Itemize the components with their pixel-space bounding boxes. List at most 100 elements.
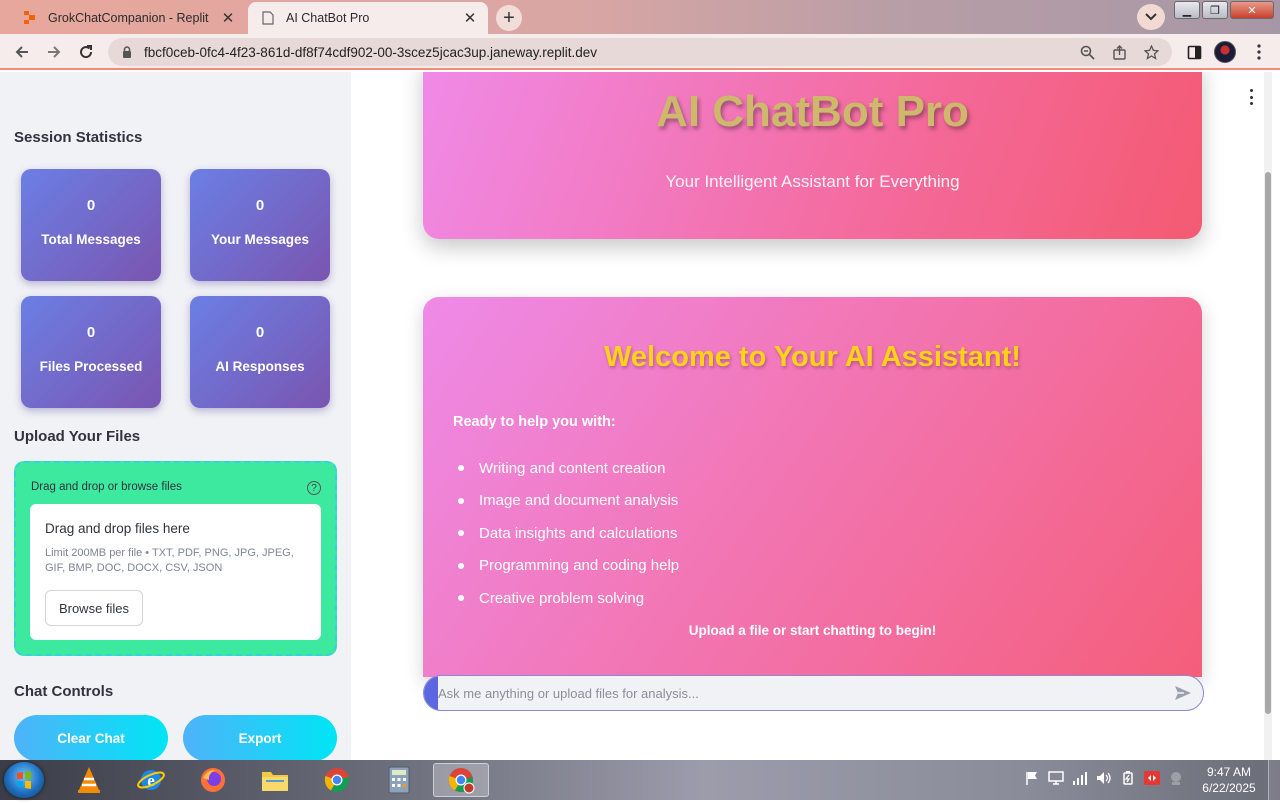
feature-list: Writing and content creation Image and d… <box>458 452 679 615</box>
dropzone-limit-text: Limit 200MB per file • TXT, PDF, PNG, JP… <box>45 547 294 574</box>
dropzone[interactable]: Drag and drop files here Limit 200MB per… <box>30 504 321 640</box>
uploader-label: Drag and drop or browse files <box>31 481 182 493</box>
welcome-card: Welcome to Your AI Assistant! Ready to h… <box>423 297 1202 677</box>
stat-label: AI Responses <box>215 359 305 374</box>
taskbar-calculator[interactable] <box>371 763 427 797</box>
stat-value: 0 <box>86 324 96 341</box>
firefox-icon <box>201 768 225 792</box>
side-panel-icon[interactable] <box>1182 40 1206 64</box>
close-tab-icon[interactable]: ✕ <box>218 8 238 28</box>
close-window-button[interactable]: ✕ <box>1230 1 1274 19</box>
stat-card-files-processed: 0 Files Processed <box>21 296 161 408</box>
lock-icon <box>120 45 134 59</box>
chat-controls-heading: Chat Controls <box>14 683 114 700</box>
clock-date: 6/22/2025 <box>1202 781 1256 795</box>
taskbar-chrome-active[interactable] <box>433 763 489 797</box>
windows-logo-icon <box>17 771 31 789</box>
bookmark-star-icon[interactable] <box>1140 41 1162 63</box>
window-controls: ▁ ❐ ✕ <box>1174 1 1274 19</box>
taskbar-vlc[interactable] <box>61 763 117 797</box>
stat-card-ai-responses: 0 AI Responses <box>190 296 330 408</box>
start-button[interactable] <box>4 762 44 798</box>
chrome-icon <box>324 768 349 792</box>
list-item: Image and document analysis <box>458 485 679 518</box>
taskbar: e 9:47 AM 6/22/2025 <box>0 760 1280 800</box>
scrollbar[interactable] <box>1264 72 1272 760</box>
stat-value: 0 <box>255 324 265 341</box>
maximize-button[interactable]: ❐ <box>1202 1 1228 19</box>
sync-icon[interactable] <box>1168 770 1184 786</box>
tab-ai-chatbot-pro[interactable]: AI ChatBot Pro ✕ <box>248 2 488 34</box>
clear-chat-button[interactable]: Clear Chat <box>14 715 168 760</box>
tab-title: AI ChatBot Pro <box>286 11 370 25</box>
taskbar-firefox[interactable] <box>185 763 241 797</box>
chat-input-bar <box>423 675 1204 711</box>
back-icon[interactable] <box>10 40 34 64</box>
network-signal-icon[interactable] <box>1072 770 1088 786</box>
browse-files-button[interactable]: Browse files <box>45 590 143 626</box>
close-tab-icon[interactable]: ✕ <box>460 8 480 28</box>
stat-label: Total Messages <box>41 232 141 247</box>
list-item: Creative problem solving <box>458 582 679 615</box>
taskbar-internet-explorer[interactable]: e <box>123 763 179 797</box>
address-bar[interactable]: fbcf0ceb-0fc4-4f23-861d-df8f74cdf902-00-… <box>108 38 1172 66</box>
stat-value: 0 <box>86 197 96 214</box>
scrollbar-thumb[interactable] <box>1265 172 1271 714</box>
replit-icon <box>22 10 38 26</box>
zoom-icon[interactable] <box>1076 41 1098 63</box>
chevron-down-icon <box>1145 13 1157 21</box>
upload-files-heading: Upload Your Files <box>14 428 141 445</box>
url-text: fbcf0ceb-0fc4-4f23-861d-df8f74cdf902-00-… <box>144 44 598 60</box>
stat-label: Files Processed <box>39 359 143 374</box>
browser-menu-icon[interactable] <box>1247 40 1271 64</box>
chrome-icon <box>448 768 475 794</box>
tab-grokchatcompanion[interactable]: GrokChatCompanion - Replit ✕ <box>10 2 246 34</box>
export-button[interactable]: Export <box>183 715 337 760</box>
vlc-icon <box>78 767 100 793</box>
display-icon[interactable] <box>1048 770 1064 786</box>
list-item: Writing and content creation <box>458 452 679 485</box>
tab-title: GrokChatCompanion - Replit <box>48 11 209 25</box>
taskbar-file-explorer[interactable] <box>247 763 303 797</box>
share-icon[interactable] <box>1108 41 1130 63</box>
taskbar-chrome[interactable] <box>309 763 365 797</box>
new-tab-button[interactable]: + <box>496 5 522 31</box>
send-icon[interactable] <box>1173 683 1193 703</box>
sidebar: Session Statistics 0 Total Messages 0 Yo… <box>0 72 351 760</box>
help-icon[interactable]: ? <box>307 481 321 495</box>
file-explorer-icon <box>262 772 288 791</box>
taskbar-clock[interactable]: 9:47 AM 6/22/2025 <box>1196 764 1262 796</box>
hero-title: AI ChatBot Pro <box>656 87 969 136</box>
tab-search-button[interactable] <box>1137 4 1165 30</box>
minimize-button[interactable]: ▁ <box>1174 1 1200 19</box>
power-icon[interactable] <box>1120 770 1136 786</box>
stat-card-your-messages: 0 Your Messages <box>190 169 330 281</box>
system-tray <box>1024 770 1184 786</box>
browser-toolbar: fbcf0ceb-0fc4-4f23-861d-df8f74cdf902-00-… <box>0 34 1280 70</box>
show-desktop-button[interactable] <box>1268 760 1280 800</box>
welcome-intro: Ready to help you with: <box>453 414 616 430</box>
action-center-flag-icon[interactable] <box>1024 770 1040 786</box>
hero-subtitle: Your Intelligent Assistant for Everythin… <box>665 172 960 191</box>
list-item: Programming and coding help <box>458 550 679 583</box>
stat-label: Your Messages <box>210 232 310 247</box>
welcome-title: Welcome to Your AI Assistant! <box>604 341 1021 373</box>
reload-icon[interactable] <box>74 40 98 64</box>
forward-icon[interactable] <box>42 40 66 64</box>
page-icon <box>260 10 276 26</box>
security-alert-icon[interactable] <box>1144 770 1160 786</box>
browser-tab-bar: GrokChatCompanion - Replit ✕ AI ChatBot … <box>0 0 1280 34</box>
main-content: AI ChatBot Pro Your Intelligent Assistan… <box>351 72 1272 760</box>
hero-banner: AI ChatBot Pro Your Intelligent Assistan… <box>423 72 1202 239</box>
profile-avatar[interactable] <box>1214 41 1236 63</box>
dropzone-title: Drag and drop files here <box>45 521 190 536</box>
app-menu-icon[interactable] <box>1248 89 1254 105</box>
page: Session Statistics 0 Total Messages 0 Yo… <box>0 72 1280 760</box>
stat-value: 0 <box>255 197 265 214</box>
chat-input[interactable] <box>438 676 1158 710</box>
internet-explorer-icon: e <box>137 770 165 790</box>
volume-icon[interactable] <box>1096 770 1112 786</box>
list-item: Data insights and calculations <box>458 517 679 550</box>
file-uploader: Drag and drop or browse files ? Drag and… <box>14 461 337 656</box>
calculator-icon <box>388 766 410 794</box>
